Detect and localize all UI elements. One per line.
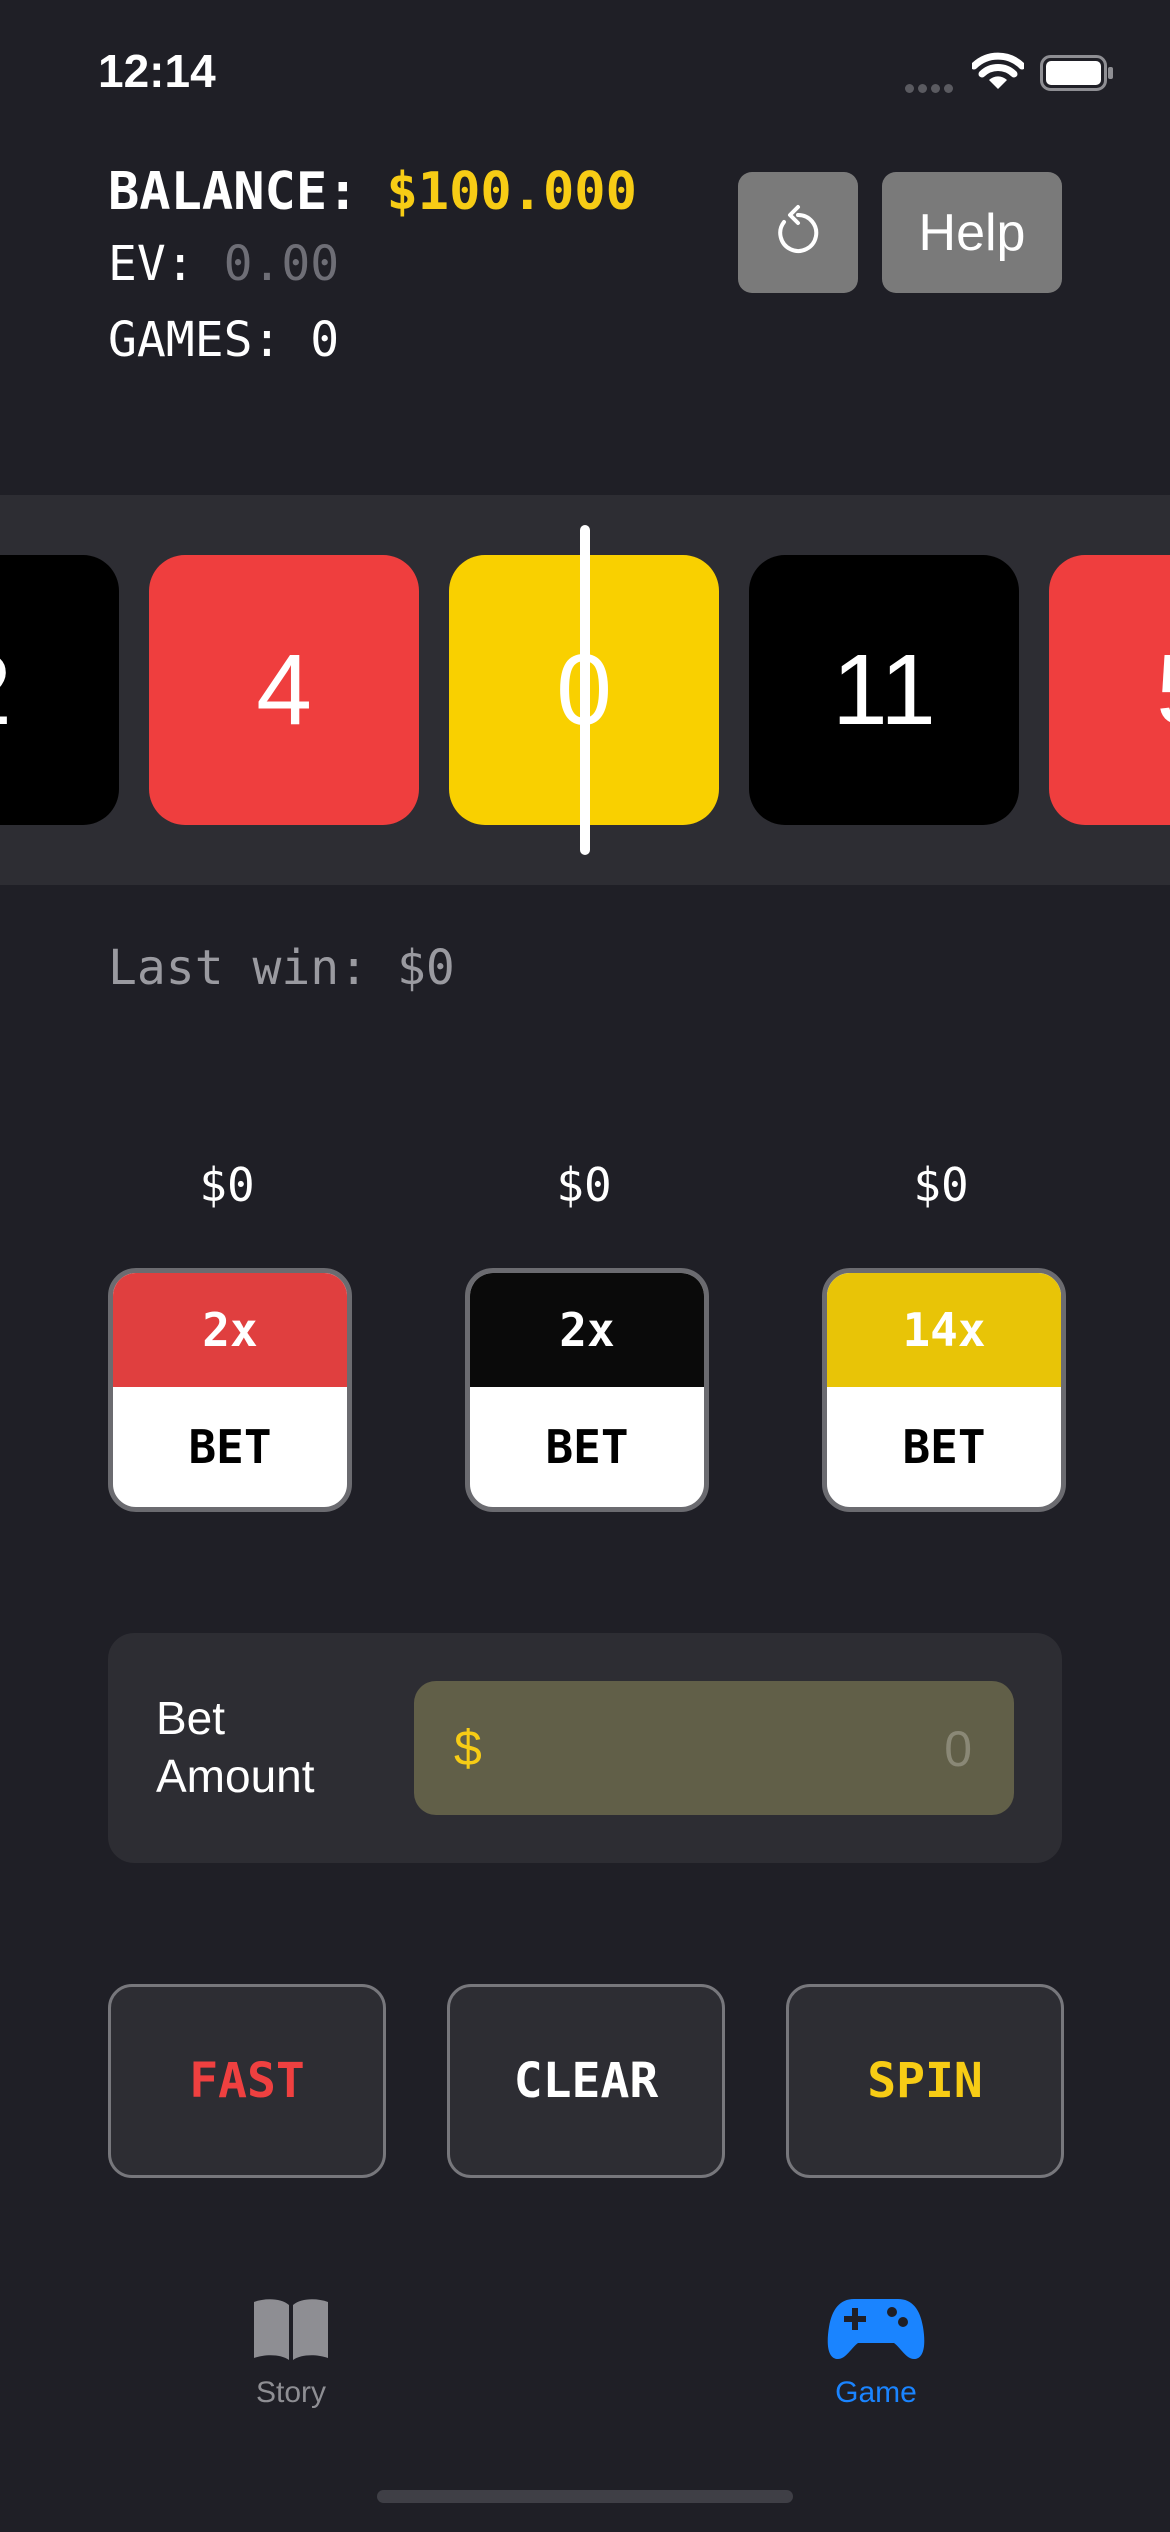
- bet-amount-panel: Bet Amount $: [108, 1633, 1062, 1863]
- roulette-tile: 5: [1049, 555, 1170, 825]
- roulette-indicator: [580, 525, 590, 855]
- home-indicator: [377, 2490, 793, 2503]
- multiplier-label: 2x: [470, 1273, 704, 1387]
- balance-row: BALANCE: $100.000: [108, 162, 637, 222]
- status-time: 12:14: [98, 45, 216, 97]
- bet-total-black: $0: [556, 1158, 612, 1212]
- battery-icon: [1040, 55, 1113, 91]
- clear-button[interactable]: CLEAR: [447, 1984, 725, 2178]
- bet-label: BET: [902, 1420, 986, 1474]
- multiplier-label: 14x: [827, 1273, 1061, 1387]
- tab-label: Story: [255, 2376, 327, 2409]
- games-row: GAMES: 0: [108, 312, 339, 368]
- bet-card-black[interactable]: 2x BET: [465, 1268, 709, 1512]
- roulette-tile: 4: [149, 555, 419, 825]
- games-value: 0: [310, 312, 340, 368]
- wifi-icon: [972, 52, 1024, 89]
- roulette-strip: 2 4 0 11 5: [0, 495, 1170, 885]
- bet-label: BET: [188, 1420, 272, 1474]
- bet-total-red: $0: [199, 1158, 255, 1212]
- bet-amount-input[interactable]: [550, 1711, 974, 1787]
- bet-card-gold[interactable]: 14x BET: [822, 1268, 1066, 1512]
- balance-label: BALANCE:: [108, 162, 359, 222]
- multiplier-label: 2x: [113, 1273, 347, 1387]
- fast-button[interactable]: FAST: [108, 1984, 386, 2178]
- ev-value: 0.00: [223, 236, 340, 292]
- roulette-tile: 11: [749, 555, 1019, 825]
- currency-symbol: $: [454, 1720, 482, 1776]
- gamepad-icon: [827, 2299, 925, 2359]
- bet-amount-field[interactable]: $: [414, 1681, 1014, 1815]
- reset-icon: [778, 204, 819, 253]
- tab-story[interactable]: Story: [191, 2295, 391, 2410]
- balance-value: $100.000: [386, 162, 637, 222]
- reset-button[interactable]: [738, 172, 858, 293]
- ev-label: EV:: [108, 236, 195, 292]
- tab-game[interactable]: Game: [776, 2295, 976, 2410]
- bet-label: BET: [545, 1420, 629, 1474]
- last-win: Last win: $0: [108, 940, 455, 996]
- book-icon: [254, 2299, 328, 2360]
- roulette-tile: 2: [0, 555, 119, 825]
- bet-total-gold: $0: [913, 1158, 969, 1212]
- bet-amount-label: Bet Amount: [156, 1692, 315, 1802]
- bet-card-red[interactable]: 2x BET: [108, 1268, 352, 1512]
- tab-label: Game: [835, 2376, 917, 2409]
- ev-row: EV: 0.00: [108, 236, 339, 292]
- spin-button[interactable]: SPIN: [786, 1984, 1064, 2178]
- games-label: GAMES:: [108, 312, 282, 368]
- help-button[interactable]: Help: [882, 172, 1062, 293]
- signal-icon: [905, 80, 957, 98]
